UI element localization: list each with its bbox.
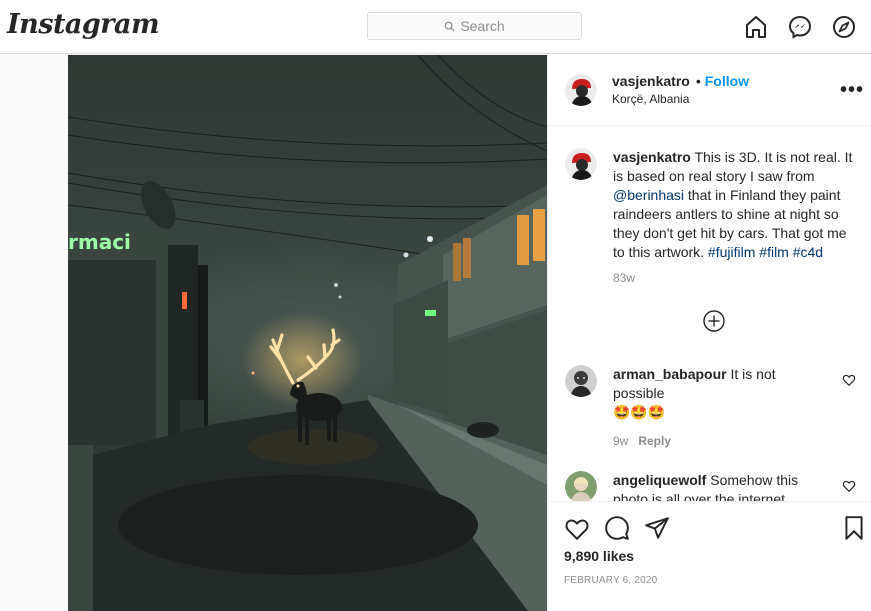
instagram-logo[interactable]: Instagram (7, 9, 160, 40)
comment-username[interactable]: arman_babapour (613, 366, 727, 382)
caption-username[interactable]: vasjenkatro (613, 149, 691, 165)
comment-meta: 9w Reply (613, 434, 671, 448)
search-input[interactable]: Search (367, 12, 582, 40)
comments-list[interactable]: vasjenkatro This is 3D. It is not real. … (548, 127, 871, 501)
foggy-street-deer-image: rmaci (68, 55, 547, 611)
more-options-icon[interactable]: ••• (840, 79, 864, 102)
save-bookmark-icon[interactable] (842, 515, 866, 541)
commenter-avatar[interactable] (565, 471, 597, 501)
post-side-panel: vasjenkatro • Follow Korçë, Albania ••• … (547, 55, 871, 611)
hashtag-link[interactable]: #film (759, 244, 789, 260)
comment: arman_babapour It is not possible 🤩🤩🤩 (613, 365, 828, 422)
comment: angeliquewolf Somehow this photo is all … (613, 471, 828, 501)
post-photo[interactable]: rmaci (68, 55, 547, 611)
mention-link[interactable]: @berinhasi (613, 187, 684, 203)
comment-emoji: 🤩🤩🤩 (613, 404, 666, 420)
messenger-icon[interactable] (787, 14, 813, 40)
separator-dot: • (695, 73, 701, 89)
post-date: FEBRUARY 6, 2020 (564, 575, 658, 586)
hashtag-link[interactable]: #c4d (793, 244, 823, 260)
post-actions: 9,890 likes FEBRUARY 6, 2020 (548, 501, 871, 611)
comment-username[interactable]: angeliquewolf (613, 472, 706, 488)
author-avatar[interactable] (565, 74, 597, 106)
post-location[interactable]: Korçë, Albania (612, 92, 749, 106)
like-comment-heart-icon[interactable] (842, 479, 856, 493)
comment-bubble-icon[interactable] (604, 515, 630, 541)
search-icon (444, 21, 455, 32)
search-placeholder: Search (460, 18, 505, 34)
explore-icon[interactable] (831, 14, 857, 40)
likes-count[interactable]: 9,890 likes (564, 548, 634, 564)
author-username[interactable]: vasjenkatro (612, 73, 690, 89)
load-more-comments-icon[interactable] (703, 310, 725, 332)
top-navigation-bar: Instagram Search (0, 0, 871, 54)
comment-timestamp: 9w (613, 434, 629, 448)
reply-button[interactable]: Reply (638, 434, 671, 448)
commenter-avatar[interactable] (565, 365, 597, 397)
caption-avatar[interactable] (565, 148, 597, 180)
share-paper-plane-icon[interactable] (644, 515, 670, 541)
like-comment-heart-icon[interactable] (842, 373, 856, 387)
caption-timestamp: 83w (613, 271, 636, 285)
home-icon[interactable] (743, 14, 769, 40)
post-header: vasjenkatro • Follow Korçë, Albania ••• (548, 55, 871, 126)
like-heart-icon[interactable] (564, 516, 590, 542)
follow-button[interactable]: Follow (705, 73, 749, 89)
post-caption: vasjenkatro This is 3D. It is not real. … (613, 148, 855, 262)
pharmacy-neon-sign: rmaci (68, 230, 131, 254)
hashtag-link[interactable]: #fujifilm (708, 244, 755, 260)
